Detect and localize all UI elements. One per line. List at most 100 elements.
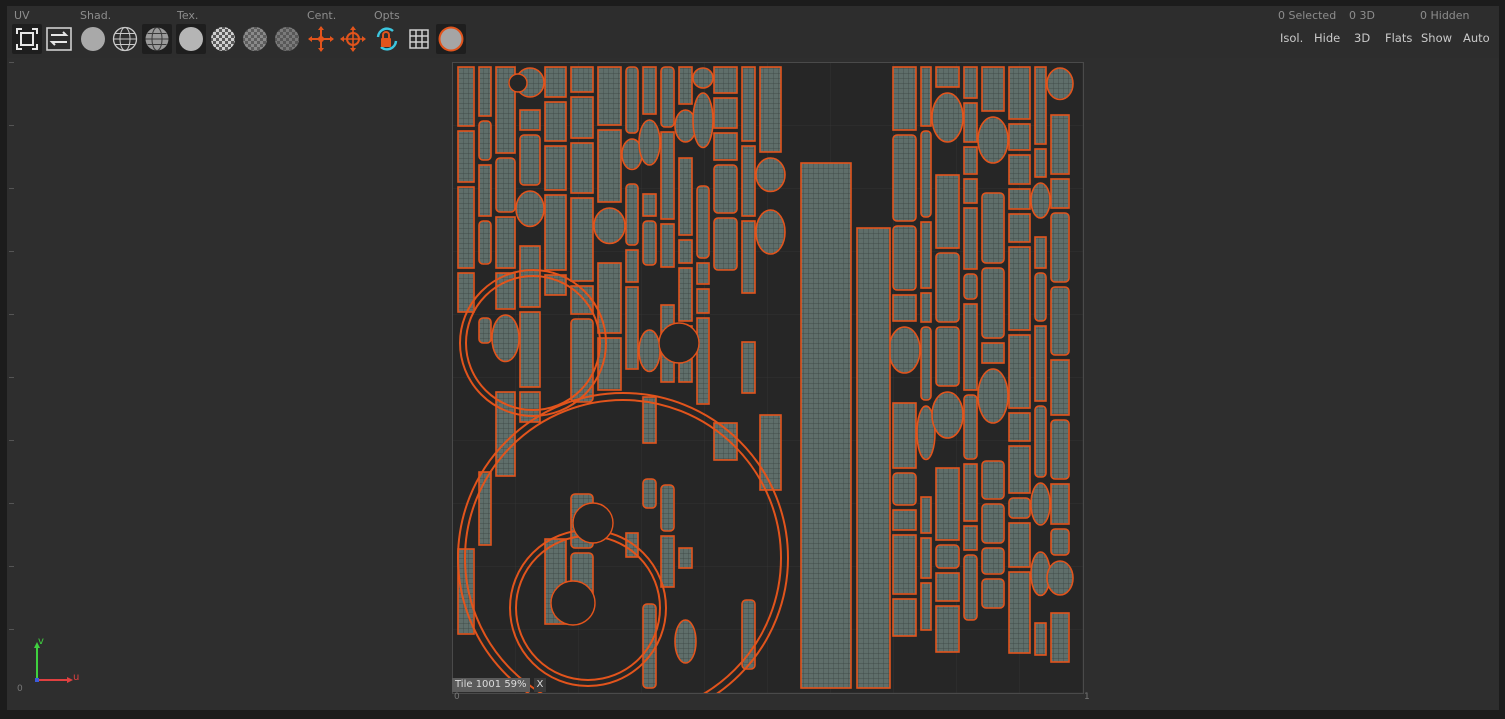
uv-island bbox=[1034, 325, 1047, 402]
uv-island bbox=[1034, 66, 1047, 145]
uv-island bbox=[1008, 154, 1031, 185]
uv-island bbox=[892, 402, 917, 469]
texture-checker-dim2-button[interactable] bbox=[272, 24, 302, 54]
center-target-button[interactable] bbox=[338, 24, 368, 54]
uv-island bbox=[713, 164, 738, 214]
axis-v-label: v bbox=[38, 636, 44, 647]
uv-island bbox=[1050, 483, 1070, 525]
isolate-button[interactable]: Isol. bbox=[1280, 31, 1303, 45]
uv-island bbox=[931, 92, 964, 143]
ruler-tick bbox=[9, 629, 14, 630]
uv-island bbox=[1008, 213, 1031, 243]
uv-island bbox=[597, 66, 622, 126]
select-frame-button[interactable] bbox=[12, 24, 42, 54]
tile-close-button[interactable]: X bbox=[533, 678, 547, 692]
uv-island bbox=[457, 130, 475, 183]
texture-checker-dim-button[interactable] bbox=[240, 24, 270, 54]
checker-sphere-dim2-icon bbox=[275, 27, 299, 51]
uv-island bbox=[741, 66, 756, 142]
uv-island bbox=[981, 547, 1005, 575]
uv-island bbox=[892, 225, 917, 291]
show-button[interactable]: Show bbox=[1421, 31, 1452, 45]
center-move-button[interactable] bbox=[306, 24, 336, 54]
shading-wire-button[interactable] bbox=[110, 24, 140, 54]
uv-island bbox=[495, 157, 516, 213]
uv-island bbox=[625, 183, 639, 246]
uv-island bbox=[660, 66, 675, 128]
uv-island bbox=[519, 109, 541, 131]
uv-viewport[interactable]: Tile 1001 59% X 0 1 v u 0 bbox=[7, 58, 1499, 719]
uv-island bbox=[1030, 182, 1051, 219]
uv-tile[interactable] bbox=[452, 62, 1084, 719]
uv-island bbox=[981, 267, 1005, 339]
ruler-tick bbox=[9, 503, 14, 504]
shading-shaded-wire-button[interactable] bbox=[142, 24, 172, 54]
uv-island bbox=[1008, 445, 1031, 494]
uv-island bbox=[713, 132, 738, 161]
uv-island bbox=[1050, 286, 1070, 356]
swap-uv-button[interactable] bbox=[44, 24, 74, 54]
ruler-tick bbox=[9, 251, 14, 252]
uv-island bbox=[935, 174, 960, 249]
uv-corner-label: 1 bbox=[1084, 692, 1090, 702]
uv-island bbox=[892, 472, 917, 506]
section-label-texture: Tex. bbox=[177, 9, 199, 22]
uv-island bbox=[692, 92, 714, 149]
uv-island bbox=[597, 262, 622, 334]
hide-button[interactable]: Hide bbox=[1314, 31, 1340, 45]
uv-island bbox=[892, 66, 917, 131]
auto-button[interactable]: Auto bbox=[1463, 31, 1490, 45]
uv-island bbox=[696, 185, 710, 259]
uv-island bbox=[920, 582, 932, 631]
uv-toolbar: UV Shad. Tex. Cent. Opts 0 Selected 0 3D… bbox=[7, 6, 1499, 58]
uv-island bbox=[625, 249, 639, 283]
texture-solid-button[interactable] bbox=[176, 24, 206, 54]
uv-island bbox=[755, 209, 786, 255]
tile-info: Tile 1001 59% X bbox=[452, 678, 547, 692]
uv-island bbox=[935, 467, 960, 541]
uv-island bbox=[963, 525, 978, 551]
uv-island bbox=[963, 394, 978, 460]
uv-island bbox=[1008, 412, 1031, 442]
lock-rotate-button[interactable] bbox=[372, 24, 402, 54]
three-d-button[interactable]: 3D bbox=[1354, 31, 1370, 45]
lock-rotate-icon bbox=[376, 27, 398, 51]
center-target-icon bbox=[340, 26, 366, 52]
color-sphere-button[interactable] bbox=[436, 24, 466, 54]
uv-island bbox=[1008, 188, 1031, 210]
uv-island bbox=[935, 605, 960, 653]
texture-checker-button[interactable] bbox=[208, 24, 238, 54]
uv-island bbox=[963, 273, 978, 300]
uv-island bbox=[741, 220, 756, 294]
uv-island bbox=[495, 216, 516, 269]
uv-island bbox=[478, 164, 492, 217]
uv-island bbox=[713, 217, 738, 271]
uv-island bbox=[544, 101, 567, 142]
flats-button[interactable]: Flats bbox=[1385, 31, 1412, 45]
uv-island bbox=[920, 496, 932, 534]
ruler-tick bbox=[9, 62, 14, 63]
uv-island bbox=[696, 317, 710, 405]
uv-island bbox=[457, 66, 475, 127]
shading-flat-button[interactable] bbox=[78, 24, 108, 54]
uv-island bbox=[1034, 405, 1047, 478]
ruler-tick bbox=[9, 188, 14, 189]
uv-island bbox=[963, 178, 978, 204]
uv-island bbox=[981, 192, 1005, 264]
uv-island bbox=[570, 96, 594, 139]
uv-island bbox=[1008, 246, 1031, 331]
uv-island bbox=[935, 326, 960, 387]
uv-island bbox=[935, 252, 960, 323]
checker-sphere-icon bbox=[211, 27, 235, 51]
uv-island bbox=[977, 368, 1009, 424]
uv-island bbox=[963, 554, 978, 621]
uv-island bbox=[1046, 560, 1074, 596]
grid-toggle-button[interactable] bbox=[404, 24, 434, 54]
ruler-tick bbox=[9, 377, 14, 378]
uv-island bbox=[1050, 178, 1070, 209]
uv-island bbox=[920, 537, 932, 579]
uv-island bbox=[625, 286, 639, 370]
uv-island bbox=[674, 619, 697, 664]
uv-island bbox=[713, 97, 738, 129]
wire-sphere-icon bbox=[112, 26, 138, 52]
